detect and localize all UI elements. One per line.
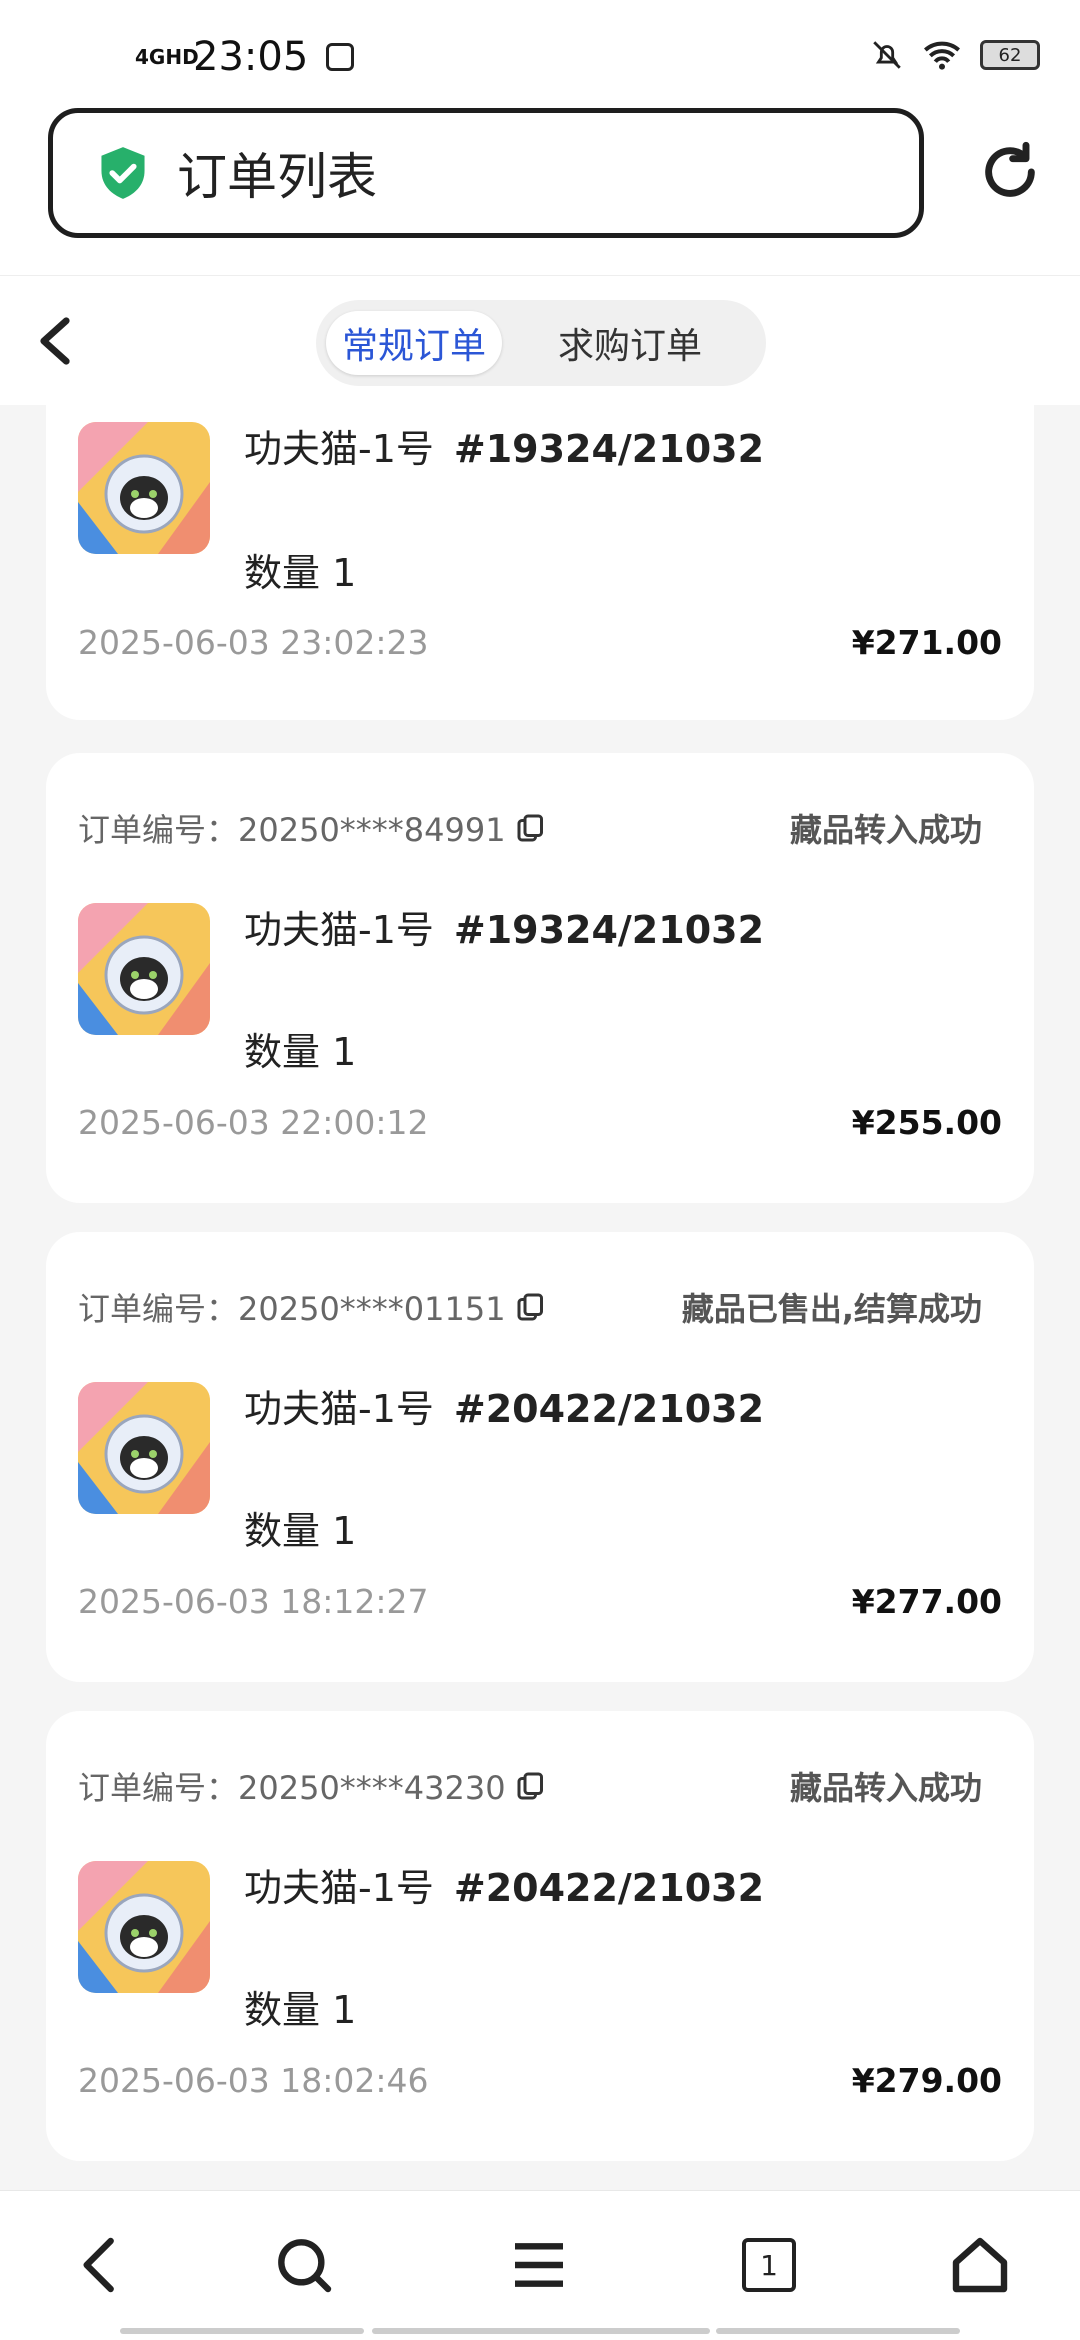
product-name: 功夫猫-1号 #19324/21032 <box>244 908 765 952</box>
network-indicator: 4GHD <box>135 45 199 69</box>
back-icon[interactable] <box>68 2233 132 2297</box>
gesture-bar <box>372 2328 710 2334</box>
page-header: 常规订单 求购订单 <box>0 275 1080 405</box>
copy-icon[interactable] <box>516 1771 546 1801</box>
order-datetime: 2025-06-03 22:00:12 <box>78 1103 429 1142</box>
order-datetime: 2025-06-03 23:02:23 <box>78 623 429 662</box>
browser-toolbar: 订单列表 <box>0 100 1080 275</box>
tab-purchase-orders[interactable]: 求购订单 <box>542 311 718 375</box>
address-bar[interactable]: 订单列表 <box>48 108 924 238</box>
tab-regular-orders[interactable]: 常规订单 <box>326 311 503 375</box>
order-list[interactable]: 功夫猫-1号 #19324/21032 数量 1 2025-06-03 23:02… <box>0 405 1080 2185</box>
clock: 23:05 <box>193 34 309 80</box>
page-title: 订单列表 <box>177 148 377 206</box>
copy-icon[interactable] <box>516 1292 546 1322</box>
serial-number: #20422/21032 <box>453 1387 765 1431</box>
product-thumbnail <box>78 903 210 1035</box>
back-arrow-icon[interactable] <box>30 314 80 368</box>
quantity: 数量 1 <box>244 551 357 595</box>
status-bar: 4GHD 23:05 62 <box>0 0 1080 110</box>
order-price: ¥255.00 <box>851 1103 1002 1142</box>
order-status: 藏品已售出,结算成功 <box>681 1290 982 1328</box>
quantity: 数量 1 <box>244 1509 357 1553</box>
order-card[interactable]: 订单编号：20250****84991 藏品转入成功 功夫猫-1号 #19324/… <box>46 753 1034 1203</box>
menu-icon[interactable] <box>507 2233 571 2297</box>
serial-number: #19324/21032 <box>453 908 765 952</box>
product-thumbnail <box>78 422 210 554</box>
order-datetime: 2025-06-03 18:02:46 <box>78 2061 429 2100</box>
order-number: 订单编号：20250****84991 <box>78 805 546 851</box>
product-thumbnail <box>78 1382 210 1514</box>
order-datetime: 2025-06-03 18:12:27 <box>78 1582 429 1621</box>
order-card[interactable]: 订单编号：20250****43230 藏品转入成功 功夫猫-1号 #20422/… <box>46 1711 1034 2161</box>
product-name: 功夫猫-1号 #20422/21032 <box>244 1866 765 1910</box>
mute-bell-icon <box>873 41 901 69</box>
order-price: ¥279.00 <box>851 2061 1002 2100</box>
tabs-count-button[interactable]: 1 <box>742 2238 796 2292</box>
order-card[interactable]: 订单编号：20250****01151 藏品已售出,结算成功 功夫猫-1号 #20… <box>46 1232 1034 1682</box>
product-thumbnail <box>78 1861 210 1993</box>
quantity: 数量 1 <box>244 1030 357 1074</box>
browser-bottom-nav: 1 <box>0 2190 1080 2340</box>
order-status: 藏品转入成功 <box>789 811 982 849</box>
battery-icon: 62 <box>980 40 1040 70</box>
serial-number: #19324/21032 <box>453 427 765 471</box>
serial-number: #20422/21032 <box>453 1866 765 1910</box>
product-name: 功夫猫-1号 #20422/21032 <box>244 1387 765 1431</box>
notification-icon <box>326 43 355 71</box>
shield-check-icon <box>101 147 145 199</box>
order-status: 藏品转入成功 <box>789 1769 982 1807</box>
wifi-icon <box>924 41 960 70</box>
reload-icon[interactable] <box>978 140 1042 204</box>
order-price: ¥271.00 <box>851 623 1002 662</box>
order-price: ¥277.00 <box>851 1582 1002 1621</box>
gesture-bar <box>716 2328 960 2334</box>
order-number: 订单编号：20250****43230 <box>78 1763 546 1809</box>
order-number: 订单编号：20250****01151 <box>78 1284 546 1330</box>
order-type-switch: 常规订单 求购订单 <box>316 300 766 386</box>
search-icon[interactable] <box>272 2233 336 2297</box>
home-icon[interactable] <box>948 2233 1012 2297</box>
copy-icon[interactable] <box>516 813 546 843</box>
gesture-bar <box>120 2328 364 2334</box>
order-card[interactable]: 功夫猫-1号 #19324/21032 数量 1 2025-06-03 23:02… <box>46 405 1034 720</box>
quantity: 数量 1 <box>244 1988 357 2032</box>
product-name: 功夫猫-1号 #19324/21032 <box>244 427 765 471</box>
